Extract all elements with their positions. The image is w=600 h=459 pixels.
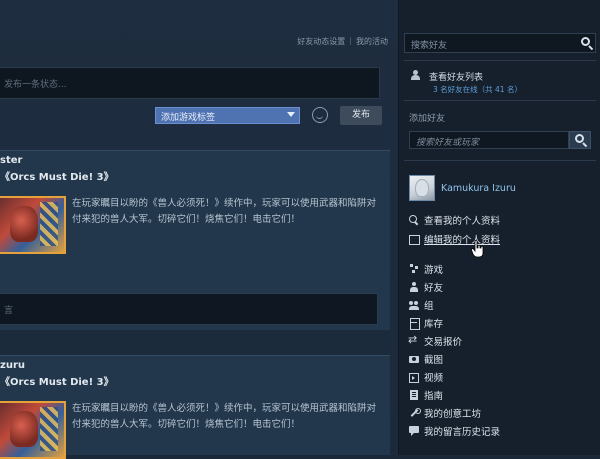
friend-search-input[interactable]: 搜索好友 (404, 33, 596, 53)
comment-input[interactable]: 言 (0, 293, 378, 325)
view-friends-link[interactable]: 查看好友列表 (429, 70, 483, 83)
status-input[interactable]: 发布一条状态... (0, 67, 380, 99)
game-tag-select[interactable]: 添加游戏标签 (155, 107, 300, 124)
menu-label: 好友 (424, 282, 444, 294)
divider (404, 160, 596, 161)
menu-label: 指南 (424, 390, 444, 402)
friend-search-placeholder: 搜索好友 (411, 41, 448, 51)
game-thumbnail[interactable] (0, 401, 66, 459)
menu-trade-offers[interactable]: 交易报价 (408, 333, 463, 348)
link-separator: | (349, 36, 352, 45)
feed-item: zuru 《Orcs Must Die! 3》 在玩家瞩目以盼的《兽人必须死！》… (0, 355, 390, 459)
menu-label: 查看我的个人资料 (424, 215, 501, 227)
camera-icon (409, 354, 419, 364)
menu-label: 我的创意工坊 (424, 408, 482, 420)
menu-label: 游戏 (424, 264, 444, 276)
menu-games[interactable]: 游戏 (409, 262, 444, 276)
game-tag-select-label: 添加游戏标签 (161, 113, 216, 123)
feed-user-name[interactable]: zuru (0, 360, 25, 371)
group-icon (409, 300, 419, 310)
feed-description: 在玩家瞩目以盼的《兽人必须死！》续作中，玩家可以使用武器和陷阱对付来犯的兽人大军… (72, 198, 377, 225)
menu-screenshots[interactable]: 截图 (409, 352, 444, 366)
comment-placeholder: 言 (4, 306, 14, 316)
player-search-input[interactable]: 搜索好友或玩家 (409, 131, 569, 149)
video-icon (409, 372, 419, 383)
player-search-button[interactable] (569, 131, 591, 149)
menu-label: 截图 (424, 354, 444, 366)
inventory-icon (409, 317, 420, 330)
divider (404, 60, 596, 61)
menu-comment-history[interactable]: 我的留言历史记录 (409, 424, 501, 438)
profile-name[interactable]: Kamukura Izuru (441, 183, 516, 194)
add-friend-heading: 添加好友 (409, 114, 446, 124)
search-icon[interactable] (581, 37, 594, 51)
person-icon (409, 281, 419, 292)
feed-user-name[interactable]: ster (0, 155, 22, 166)
edit-icon (409, 234, 420, 245)
activity-settings-link[interactable]: 好友动态设置 (297, 36, 345, 47)
menu-view-profile[interactable]: 查看我的个人资料 (409, 213, 501, 227)
menu-guides[interactable]: 指南 (409, 388, 444, 402)
menu-edit-profile[interactable]: 编辑我的个人资料 (409, 232, 501, 246)
feed-game-title[interactable]: 《Orcs Must Die! 3》 (0, 168, 114, 183)
menu-label: 视频 (424, 372, 444, 384)
smiley-icon[interactable] (312, 107, 328, 123)
post-button[interactable]: 发布 (340, 106, 382, 125)
activity-feed-panel: 好友动态设置 | 我的活动 发布一条状态... 添加游戏标签 发布 ster 《… (0, 0, 398, 459)
menu-label: 我的留言历史记录 (424, 426, 501, 438)
comment-icon (409, 425, 419, 436)
feed-description: 在玩家瞩目以盼的《兽人必须死！》续作中，玩家可以使用武器和陷阱对付来犯的兽人大军… (72, 403, 377, 430)
menu-groups[interactable]: 组 (409, 298, 434, 312)
menu-workshop[interactable]: 我的创意工坊 (409, 406, 482, 420)
friends-online-count[interactable]: 3 名好友在线（共 41 名） (433, 84, 522, 95)
magnifier-icon (409, 214, 419, 225)
divider (404, 100, 596, 101)
games-icon (409, 263, 419, 274)
player-search-placeholder: 搜索好友或玩家 (416, 138, 480, 148)
menu-inventory[interactable]: 库存 (409, 316, 444, 330)
trade-icon (408, 333, 419, 346)
my-activity-link[interactable]: 我的活动 (356, 36, 388, 47)
search-icon (575, 134, 588, 148)
status-placeholder: 发布一条状态... (4, 80, 67, 90)
menu-label: 编辑我的个人资料 (424, 234, 501, 246)
guide-icon (409, 389, 419, 400)
menu-label: 库存 (424, 318, 444, 330)
menu-videos[interactable]: 视频 (409, 370, 444, 384)
menu-label: 组 (424, 300, 434, 312)
person-icon (411, 70, 420, 80)
chevron-down-icon (287, 112, 295, 117)
hand-pointer-icon (471, 240, 484, 258)
wrench-icon (409, 407, 421, 418)
menu-friends[interactable]: 好友 (409, 280, 444, 294)
avatar[interactable] (409, 175, 435, 201)
feed-game-title[interactable]: 《Orcs Must Die! 3》 (0, 373, 114, 388)
game-thumbnail[interactable] (0, 196, 66, 254)
feed-item: ster 《Orcs Must Die! 3》 在玩家瞩目以盼的《兽人必须死！》… (0, 150, 390, 330)
header-links: 好友动态设置 | 我的活动 (297, 36, 388, 47)
menu-label: 交易报价 (424, 336, 463, 348)
